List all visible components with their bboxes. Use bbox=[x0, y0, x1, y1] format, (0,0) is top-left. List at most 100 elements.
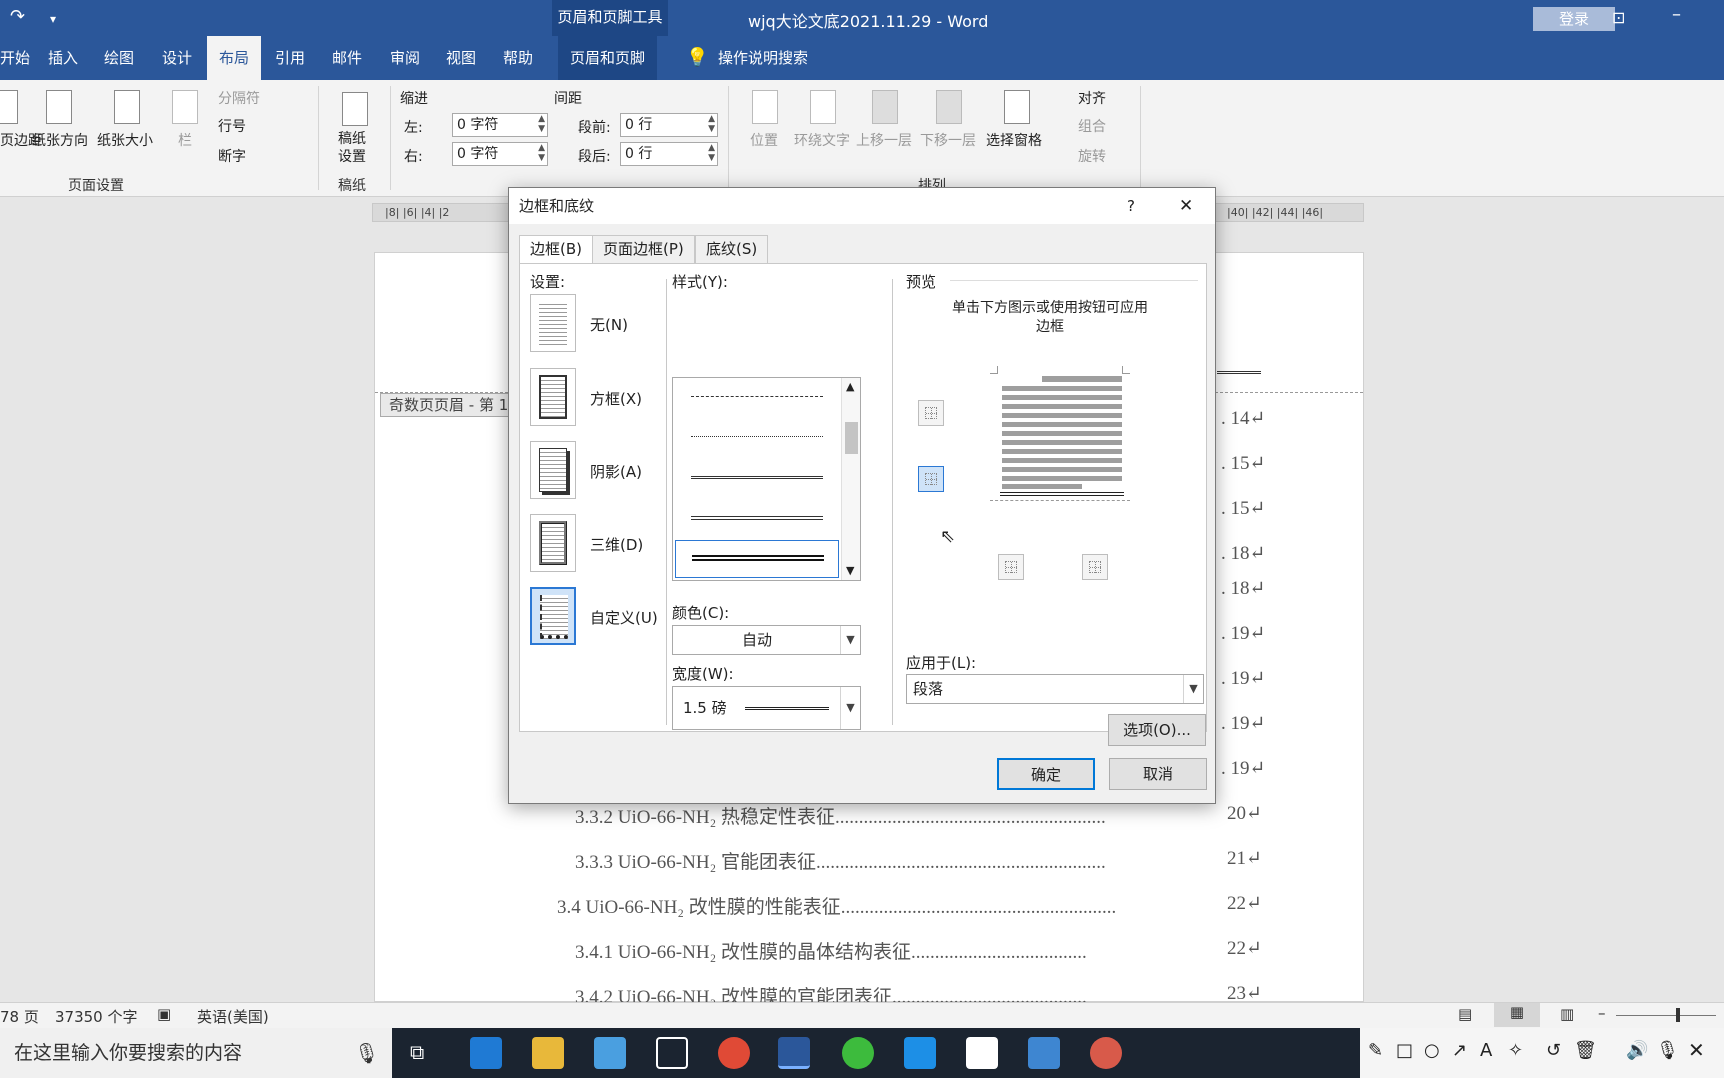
draft-paper-button[interactable]: 稿纸设置 bbox=[338, 130, 374, 166]
align-button[interactable]: 对齐 bbox=[1078, 88, 1106, 108]
group-button[interactable]: 组合 bbox=[1078, 116, 1106, 136]
bring-forward-button[interactable]: 上移一层 bbox=[856, 130, 912, 150]
proofing-icon[interactable]: ▣ bbox=[157, 1005, 171, 1023]
toc-entry[interactable]: 3.4.1 UiO-66-NH₂ 改性膜的晶体结构表征.............… bbox=[575, 937, 1087, 964]
close-icon[interactable]: ✕ bbox=[1179, 188, 1193, 224]
scroll-thumb[interactable] bbox=[845, 422, 858, 454]
apply-to-select[interactable]: 段落 ▼ bbox=[906, 674, 1204, 704]
color-select[interactable]: 自动 ▼ bbox=[672, 625, 861, 655]
setting-custom[interactable]: 自定义(U) bbox=[590, 607, 658, 628]
setting-shadow[interactable]: 阴影(A) bbox=[590, 461, 642, 482]
setting-box[interactable]: 方框(X) bbox=[590, 388, 642, 409]
indent-right-input[interactable]: 0 字符 ▲ ▼ bbox=[452, 142, 548, 166]
style-scrollbar[interactable]: ▲ ▼ bbox=[841, 378, 860, 580]
line-numbers-button[interactable]: 行号 bbox=[218, 116, 246, 136]
quick-access-dropdown-icon[interactable]: ▾ bbox=[50, 12, 56, 26]
margins-icon[interactable] bbox=[0, 90, 18, 124]
redo-icon[interactable]: ↷ bbox=[10, 6, 25, 27]
send-backward-button[interactable]: 下移一层 bbox=[920, 130, 976, 150]
undo-icon[interactable]: ↺ bbox=[1546, 1040, 1561, 1061]
spin-arrows-icon[interactable]: ▲ ▼ bbox=[538, 143, 545, 163]
line-style-double[interactable] bbox=[691, 476, 823, 479]
tab-design[interactable]: 设计 bbox=[162, 36, 192, 80]
setting-custom-icon[interactable] bbox=[530, 587, 576, 645]
position-button[interactable]: 位置 bbox=[750, 130, 778, 150]
zoom-out-icon[interactable]: – bbox=[1598, 1004, 1606, 1022]
setting-none-icon[interactable] bbox=[530, 294, 576, 352]
magic-wand-icon[interactable]: ✧ bbox=[1508, 1040, 1523, 1061]
line-style-list[interactable]: ▲ ▼ bbox=[672, 377, 861, 581]
close-toolbar-icon[interactable]: ✕ bbox=[1688, 1038, 1705, 1062]
setting-none[interactable]: 无(N) bbox=[590, 314, 628, 335]
tab-draw[interactable]: 绘图 bbox=[104, 36, 134, 80]
zoom-slider-handle[interactable] bbox=[1676, 1008, 1680, 1022]
app-red-icon[interactable] bbox=[1090, 1037, 1122, 1069]
width-select[interactable]: 1.5 磅 ▼ bbox=[672, 686, 861, 730]
microphone-icon[interactable]: 🎙 bbox=[354, 1028, 379, 1078]
left-border-button[interactable] bbox=[998, 554, 1024, 580]
scroll-up-icon[interactable]: ▲ bbox=[846, 380, 854, 393]
tab-mailings[interactable]: 邮件 bbox=[332, 36, 362, 80]
chevron-down-icon[interactable]: ▼ bbox=[840, 626, 860, 654]
language-indicator[interactable]: 英语(美国) bbox=[197, 1006, 269, 1027]
setting-3d-icon[interactable] bbox=[530, 514, 576, 572]
selection-pane-button[interactable]: 选择窗格 bbox=[986, 130, 1042, 150]
bring-forward-icon[interactable] bbox=[872, 90, 898, 124]
ribbon-display-icon[interactable]: ⊡ bbox=[1612, 8, 1625, 27]
size-icon[interactable] bbox=[114, 90, 140, 124]
selection-pane-icon[interactable] bbox=[1004, 90, 1030, 124]
tab-shading[interactable]: 底纹(S) bbox=[695, 235, 769, 263]
line-style-dash-dot[interactable] bbox=[691, 396, 823, 397]
circle-icon[interactable]: ○ bbox=[1424, 1040, 1440, 1061]
spin-arrows-icon[interactable]: ▲ ▼ bbox=[708, 143, 715, 163]
wrap-text-icon[interactable] bbox=[810, 90, 836, 124]
trash-icon[interactable]: 🗑 bbox=[1574, 1040, 1597, 1061]
tab-references[interactable]: 引用 bbox=[275, 36, 305, 80]
setting-shadow-icon[interactable] bbox=[530, 441, 576, 499]
app-icon[interactable] bbox=[966, 1037, 998, 1069]
zoom-slider[interactable] bbox=[1616, 1015, 1716, 1016]
task-view-icon[interactable]: ⧉ bbox=[410, 1040, 424, 1064]
tab-borders[interactable]: 边框(B) bbox=[519, 235, 593, 265]
rectangle-icon[interactable]: □ bbox=[1396, 1040, 1413, 1061]
toc-entry[interactable]: 3.3.3 UiO-66-NH₂ 官能团表征..................… bbox=[575, 847, 1106, 874]
hyphenation-button[interactable]: 断字 bbox=[218, 146, 246, 166]
indent-left-input[interactable]: 0 字符 ▲ ▼ bbox=[452, 113, 548, 137]
pen-icon[interactable]: ✎ bbox=[1368, 1040, 1383, 1061]
send-backward-icon[interactable] bbox=[936, 90, 962, 124]
web-layout-icon[interactable]: ▥ bbox=[1560, 1005, 1574, 1023]
tab-layout[interactable]: 布局 bbox=[207, 36, 262, 80]
orientation-icon[interactable] bbox=[46, 90, 72, 124]
page-count[interactable]: 78 页 bbox=[0, 1006, 39, 1027]
minimize-icon[interactable]: – bbox=[1672, 4, 1681, 25]
bottom-border-button[interactable] bbox=[918, 466, 944, 492]
taskbar-search[interactable]: 在这里输入你要搜索的内容 🎙 bbox=[0, 1028, 392, 1078]
security-shield-icon[interactable] bbox=[656, 1037, 688, 1069]
word-count[interactable]: 37350 个字 bbox=[55, 1006, 138, 1027]
tab-insert[interactable]: 插入 bbox=[48, 36, 78, 80]
spin-arrows-icon[interactable]: ▲ ▼ bbox=[538, 114, 545, 134]
tab-page-border[interactable]: 页面边框(P) bbox=[592, 235, 695, 263]
help-button[interactable]: ? bbox=[1127, 188, 1135, 224]
right-border-button[interactable] bbox=[1082, 554, 1108, 580]
edge-icon[interactable] bbox=[470, 1037, 502, 1069]
spin-arrows-icon[interactable]: ▲ ▼ bbox=[708, 114, 715, 134]
tab-header-footer[interactable]: 页眉和页脚 bbox=[558, 36, 658, 80]
position-icon[interactable] bbox=[752, 90, 778, 124]
line-style-thick-double[interactable] bbox=[691, 516, 823, 520]
scroll-down-icon[interactable]: ▼ bbox=[846, 564, 854, 577]
columns-icon[interactable] bbox=[172, 90, 198, 124]
line-style-selected[interactable] bbox=[675, 540, 839, 578]
file-explorer-icon[interactable] bbox=[532, 1037, 564, 1069]
tab-view[interactable]: 视图 bbox=[446, 36, 476, 80]
size-button[interactable]: 纸张大小 bbox=[97, 130, 153, 150]
text-tool-icon[interactable]: A bbox=[1480, 1040, 1492, 1061]
orientation-button[interactable]: 纸张方向 bbox=[32, 130, 88, 150]
tab-help[interactable]: 帮助 bbox=[503, 36, 533, 80]
cancel-button[interactable]: 取消 bbox=[1109, 758, 1207, 790]
chevron-down-icon[interactable]: ▼ bbox=[1183, 675, 1203, 703]
chevron-down-icon[interactable]: ▼ bbox=[840, 687, 860, 729]
spacing-after-input[interactable]: 0 行 ▲ ▼ bbox=[620, 142, 718, 166]
breaks-button[interactable]: 分隔符 bbox=[218, 88, 260, 108]
read-mode-icon[interactable]: ▤ bbox=[1458, 1005, 1472, 1023]
